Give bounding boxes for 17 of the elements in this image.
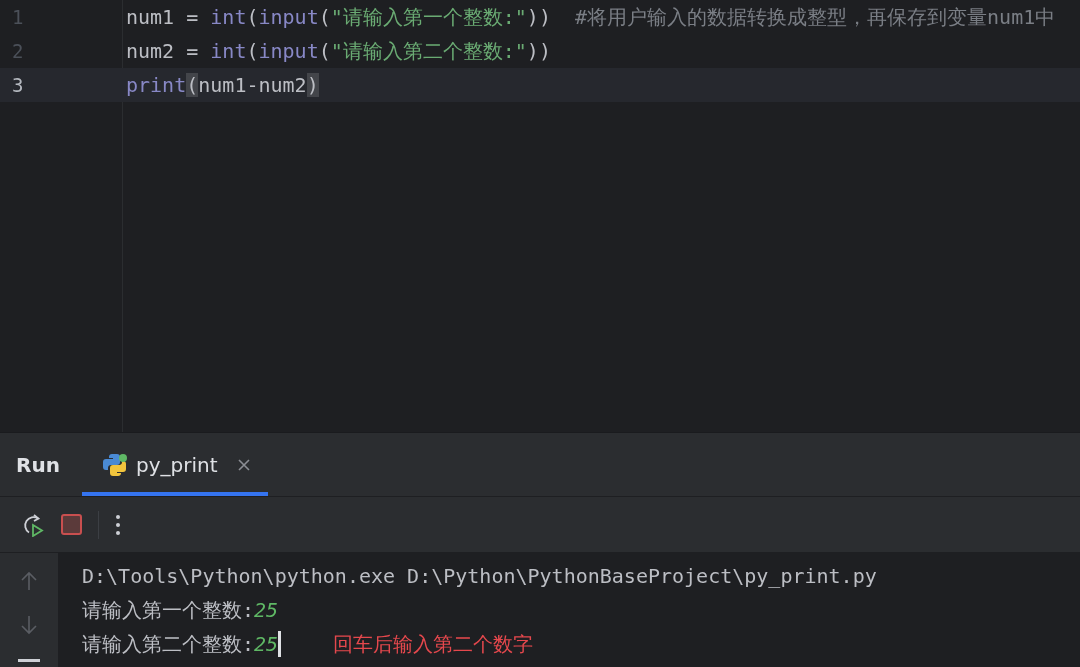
up-arrow-icon[interactable] bbox=[21, 571, 37, 591]
python-icon bbox=[102, 452, 128, 477]
close-icon[interactable] bbox=[237, 458, 250, 471]
console-line: 请输入第二个整数:25 bbox=[82, 630, 279, 658]
code-line: print(num1-num2) bbox=[126, 73, 319, 97]
console-command: D:\Tools\Python\python.exe D:\Python\PythonBaseProject\py_print.py bbox=[82, 564, 877, 588]
annotation-text: 回车后输入第二个数字 bbox=[333, 630, 534, 658]
run-tab[interactable]: py_print bbox=[82, 433, 268, 496]
panel-title: Run bbox=[15, 452, 61, 477]
line-number: 3 bbox=[11, 74, 25, 96]
more-icon[interactable] bbox=[115, 513, 121, 536]
code-line: num2 = int(input("请输入第二个整数:")) bbox=[126, 37, 551, 65]
down-arrow-icon[interactable] bbox=[21, 615, 37, 635]
stop-button[interactable] bbox=[61, 514, 82, 535]
code-line: num1 = int(input("请输入第一个整数:")) #将用户输入的数据转换成整型，再保存到变量num1中 bbox=[126, 3, 1056, 31]
rerun-icon[interactable] bbox=[21, 512, 45, 537]
console-line: 请输入第一个整数:25 bbox=[82, 596, 279, 624]
